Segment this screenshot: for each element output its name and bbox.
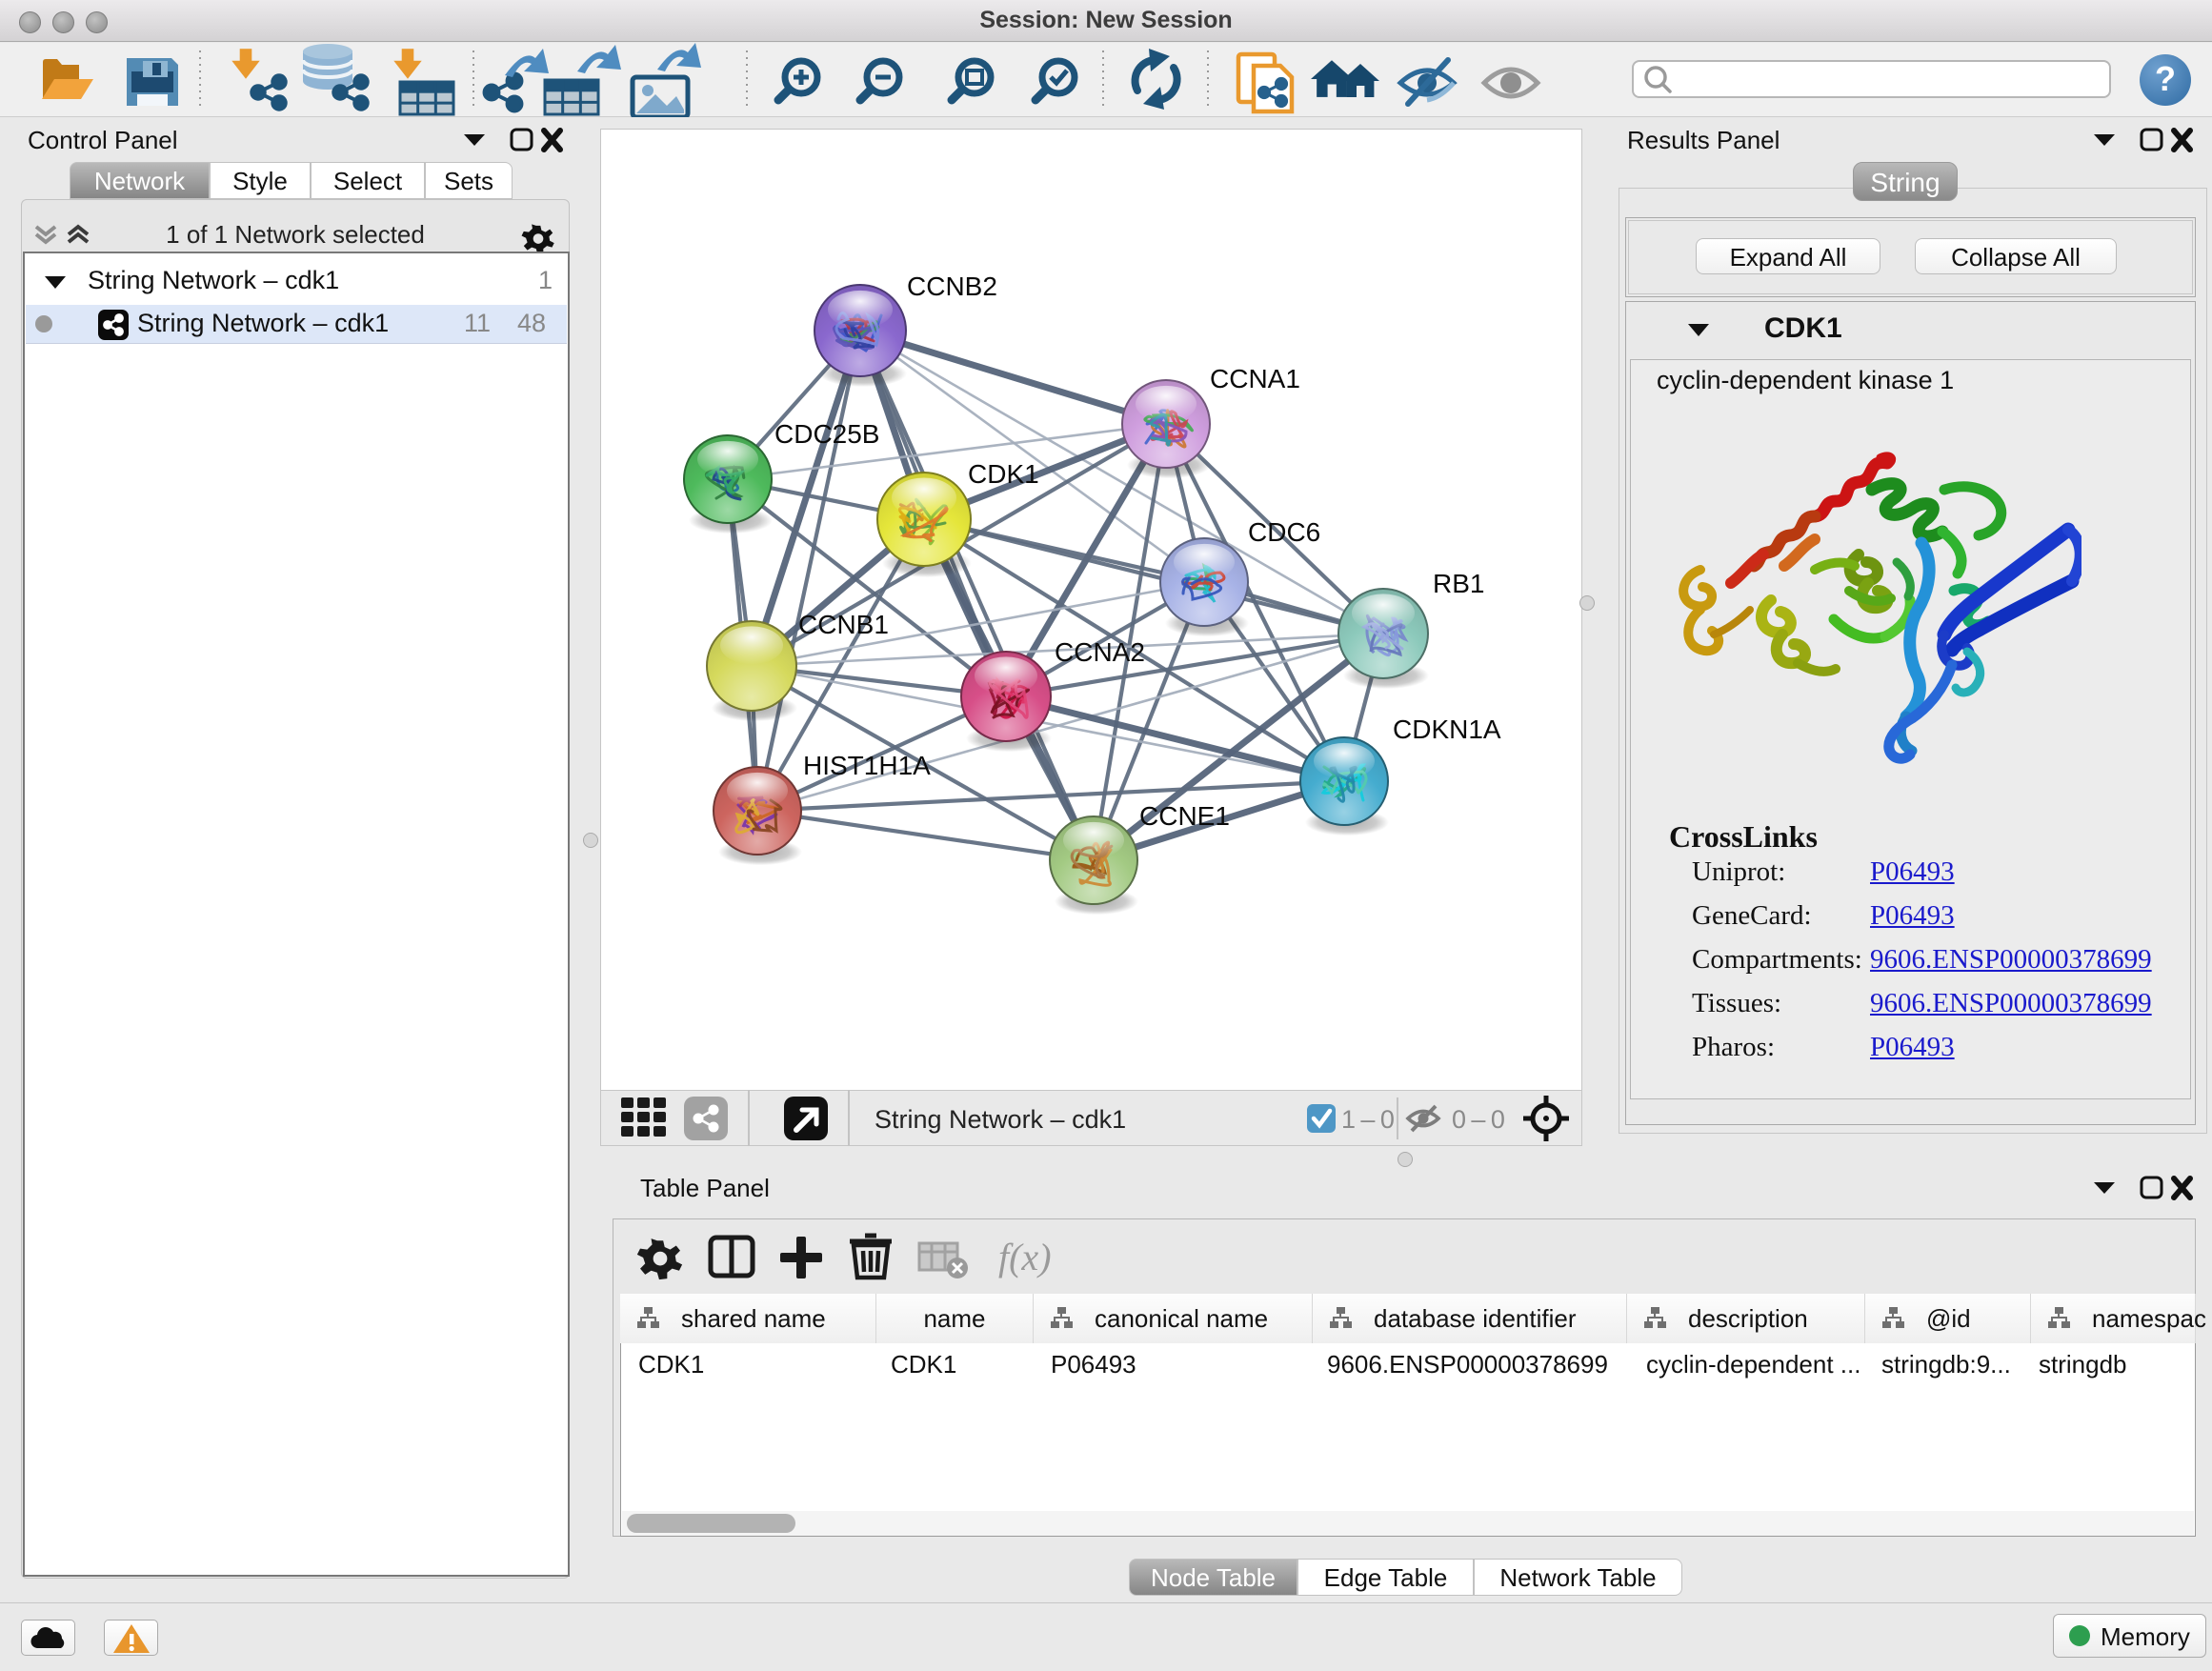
- svg-text:CCNA2: CCNA2: [1055, 637, 1145, 667]
- svg-text:String Network – cdk1: String Network – cdk1: [875, 1105, 1126, 1134]
- svg-text:CCNA1: CCNA1: [1210, 364, 1300, 393]
- svg-text:CCNB1: CCNB1: [798, 610, 889, 639]
- svg-text:0 – 0: 0 – 0: [1452, 1105, 1505, 1134]
- svg-text:RB1: RB1: [1433, 569, 1484, 598]
- svg-text:1 – 0: 1 – 0: [1341, 1105, 1395, 1134]
- svg-text:CDK1: CDK1: [968, 459, 1039, 489]
- svg-text:CDKN1A: CDKN1A: [1393, 715, 1501, 744]
- svg-text:CCNE1: CCNE1: [1139, 801, 1230, 831]
- svg-text:f(x): f(x): [998, 1236, 1052, 1278]
- svg-text:CCNB2: CCNB2: [907, 272, 997, 301]
- svg-text:CDC25B: CDC25B: [774, 419, 879, 449]
- svg-text:HIST1H1A: HIST1H1A: [803, 751, 931, 780]
- svg-text:CDC6: CDC6: [1248, 517, 1320, 547]
